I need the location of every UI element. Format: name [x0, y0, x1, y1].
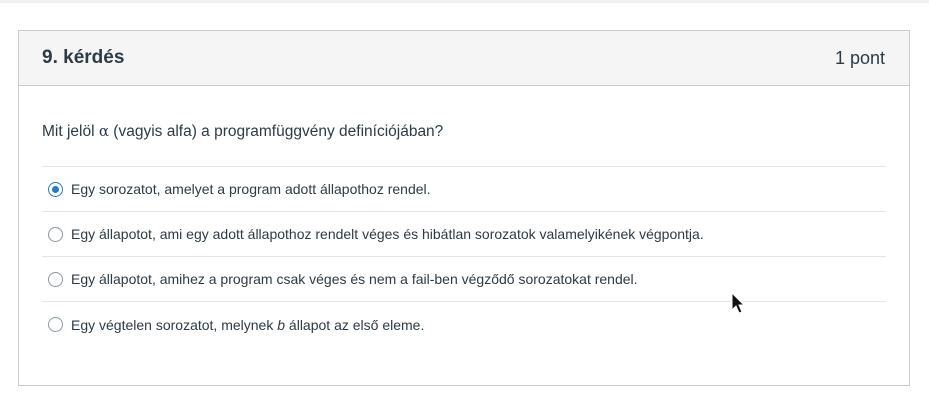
- question-body: Mit jelöl α (vagyis alfa) a programfüggv…: [19, 86, 909, 347]
- radio-button[interactable]: [48, 317, 63, 332]
- top-divider: [0, 0, 929, 3]
- question-points: 1 pont: [834, 47, 885, 68]
- answer-label: Egy állapotot, ami egy adott állapothoz …: [71, 226, 704, 242]
- answer-label: Egy sorozatot, amelyet a program adott á…: [71, 181, 431, 197]
- radio-button[interactable]: [48, 226, 63, 242]
- question-text: Mit jelöl α (vagyis alfa) a programfüggv…: [42, 121, 909, 142]
- question-text-after: (vagyis alfa) a programfüggvény definíci…: [109, 123, 444, 140]
- answer-option-4[interactable]: Egy végtelen sorozatot, melynek b állapo…: [42, 302, 886, 347]
- question-title: 9. kérdés: [42, 47, 125, 68]
- answer-label-before: Egy végtelen sorozatot, melynek: [71, 316, 278, 333]
- answer-option-2[interactable]: Egy állapotot, ami egy adott állapothoz …: [42, 212, 886, 257]
- answer-label-italic: b: [277, 316, 286, 333]
- answer-option-1[interactable]: Egy sorozatot, amelyet a program adott á…: [42, 167, 886, 212]
- mouse-pointer-icon: [731, 292, 746, 314]
- answer-label-after: állapot az első eleme.: [285, 316, 425, 333]
- answer-list: Egy sorozatot, amelyet a program adott á…: [42, 166, 886, 347]
- alpha-symbol: α: [98, 122, 109, 140]
- radio-button[interactable]: [48, 271, 63, 287]
- answer-label: Egy állapotot, amihez a program csak vég…: [71, 271, 638, 287]
- question-text-before: Mit jelöl: [42, 123, 99, 140]
- question-header: 9. kérdés 1 pont: [19, 31, 909, 86]
- answer-option-3[interactable]: Egy állapotot, amihez a program csak vég…: [42, 257, 886, 302]
- radio-button-selected[interactable]: [48, 181, 63, 197]
- answer-label: Egy végtelen sorozatot, melynek b állapo…: [71, 317, 424, 333]
- question-card: 9. kérdés 1 pont Mit jelöl α (vagyis alf…: [18, 30, 910, 386]
